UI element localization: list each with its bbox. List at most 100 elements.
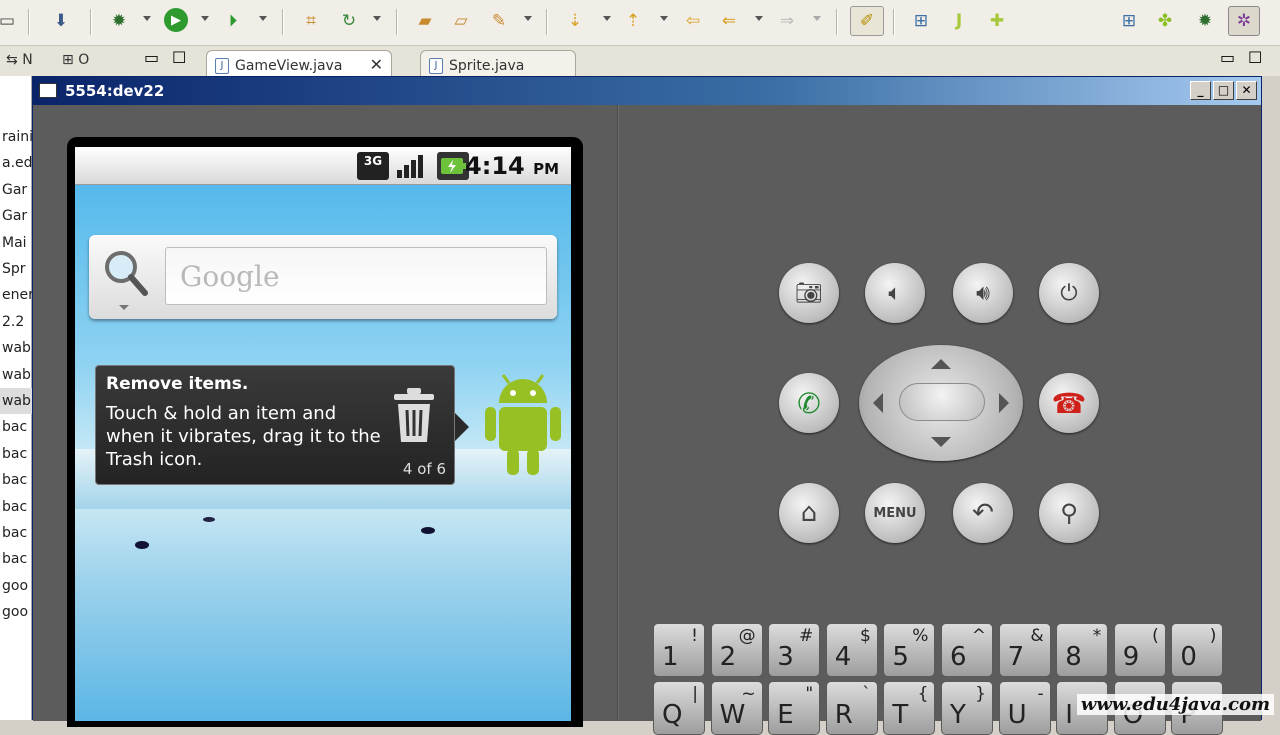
package-explorer-row[interactable]: goo	[0, 573, 32, 599]
keyboard-key[interactable]: 3 #	[768, 623, 821, 677]
run-icon[interactable]: ▶	[164, 8, 188, 32]
keyboard-key[interactable]: 5%	[883, 623, 936, 677]
open-type-icon[interactable]: ▰	[412, 8, 438, 34]
dpad-right-icon[interactable]	[999, 393, 1009, 413]
maximize-button[interactable]: □	[1213, 81, 1234, 100]
package-explorer-row[interactable]: wab	[0, 335, 32, 361]
android-perspective-icon[interactable]: ✤	[1152, 8, 1178, 34]
package-explorer-row[interactable]: Gar	[0, 203, 32, 229]
search-icon[interactable]	[103, 249, 148, 310]
package-explorer-row[interactable]: raini	[0, 124, 32, 150]
google-search-widget[interactable]: Google	[89, 235, 557, 319]
dpad-down-icon[interactable]	[931, 437, 951, 447]
new-package-icon[interactable]: ⌗	[298, 8, 324, 34]
back-icon[interactable]: ⇐	[716, 8, 742, 34]
keyboard-key[interactable]: 2 @	[710, 623, 763, 677]
keyboard-key[interactable]: Q |	[653, 681, 705, 735]
keyboard-key[interactable]: R `	[825, 681, 878, 735]
debug-icon[interactable]: ✹	[106, 8, 132, 34]
last-edit-icon[interactable]: ⇦	[680, 8, 706, 34]
keyboard-key[interactable]: U-	[998, 681, 1051, 735]
power-button[interactable]: ⏻	[1039, 263, 1099, 323]
dpad-left-icon[interactable]	[873, 393, 883, 413]
tab-navigator[interactable]: ⇆ N	[6, 52, 33, 68]
package-explorer-row[interactable]: goo	[0, 599, 32, 625]
call-button[interactable]: ✆	[779, 373, 839, 433]
android-robot-icon[interactable]	[481, 373, 565, 479]
keyboard-key[interactable]: 4 $	[825, 623, 878, 677]
maximize-view-icon[interactable]: ☐	[172, 48, 186, 67]
new-class-icon[interactable]: ↻	[336, 8, 362, 34]
keyboard-key[interactable]: T{	[883, 681, 936, 735]
package-explorer-row[interactable]: bac	[0, 494, 32, 520]
forward-dropdown-icon[interactable]	[813, 16, 821, 21]
next-annotation-dropdown-icon[interactable]	[603, 16, 611, 21]
android-sdk-manager-icon[interactable]: ⊞	[908, 8, 934, 34]
save-icon[interactable]: ▭	[0, 8, 20, 34]
forward-icon[interactable]: ⇒	[774, 8, 800, 34]
previous-annotation-icon[interactable]: ⇡	[620, 8, 646, 34]
keyboard-key[interactable]: 0)	[1171, 623, 1224, 677]
search-button[interactable]: ⚲	[1039, 483, 1099, 543]
package-explorer-row[interactable]: bac	[0, 441, 32, 467]
keyboard-key[interactable]: 6 ^	[941, 623, 993, 677]
keyboard-key[interactable]: 7 &	[998, 623, 1051, 677]
keyboard-key[interactable]: 8 *	[1056, 623, 1109, 677]
tab-sprite-java[interactable]: J Sprite.java	[420, 50, 576, 78]
end-call-button[interactable]: ☎	[1039, 373, 1099, 433]
keyboard-key[interactable]: 1!	[653, 623, 705, 677]
pin-editor-icon[interactable]: ✐	[850, 6, 884, 36]
minimize-view-icon[interactable]: ▭	[144, 48, 159, 67]
tab-outline[interactable]: ⊞ O	[62, 52, 89, 68]
open-folder-icon[interactable]: ▱	[448, 8, 474, 34]
package-explorer-row[interactable]: bac	[0, 414, 32, 440]
tab-gameview-java[interactable]: J GameView.java ✕	[206, 50, 392, 78]
dpad-up-icon[interactable]	[931, 359, 951, 369]
open-perspective-icon[interactable]: ⊞	[1116, 8, 1142, 34]
maximize-editor-icon[interactable]: ☐	[1248, 48, 1262, 67]
back-button[interactable]: ↶	[953, 483, 1013, 543]
ddms-perspective-icon[interactable]: ✲	[1228, 6, 1260, 36]
close-button[interactable]: ✕	[1236, 81, 1257, 100]
package-explorer-row[interactable]: a.ed	[0, 150, 32, 176]
package-explorer-row[interactable]: 2.2	[0, 309, 32, 335]
debug-dropdown-icon[interactable]	[143, 16, 151, 21]
android-junit-icon[interactable]: J	[946, 8, 972, 34]
run-external-dropdown-icon[interactable]	[259, 16, 267, 21]
package-explorer-row[interactable]: Spr	[0, 256, 32, 282]
new-class-dropdown-icon[interactable]	[373, 16, 381, 21]
package-explorer-row[interactable]: wab	[0, 388, 32, 414]
minimize-editor-icon[interactable]: ▭	[1220, 48, 1235, 67]
previous-annotation-dropdown-icon[interactable]	[660, 16, 668, 21]
close-tab-icon[interactable]: ✕	[370, 55, 383, 74]
home-button[interactable]: ⌂	[779, 483, 839, 543]
run-dropdown-icon[interactable]	[201, 16, 209, 21]
search-tool-icon[interactable]: ✎	[486, 8, 512, 34]
package-explorer-row[interactable]: bac	[0, 520, 32, 546]
search-tool-dropdown-icon[interactable]	[524, 16, 532, 21]
keyboard-key[interactable]: W ~	[710, 681, 763, 735]
camera-button[interactable]: 📷︎	[779, 263, 839, 323]
keyboard-key[interactable]: E "	[768, 681, 821, 735]
android-xml-icon[interactable]: ✚	[984, 8, 1010, 34]
debug-perspective-icon[interactable]: ✹	[1192, 8, 1218, 34]
emulator-title-bar[interactable]: 5554:dev22 _ □ ✕	[33, 77, 1261, 105]
run-external-icon[interactable]: ⏵	[220, 8, 246, 34]
package-explorer-row[interactable]: ener	[0, 282, 32, 308]
phone-screen[interactable]: 3G 4:14 PM Google Remove items. Touch & …	[75, 147, 571, 721]
keyboard-key[interactable]: Y}	[941, 681, 993, 735]
keyboard-key[interactable]: 9(	[1113, 623, 1166, 677]
package-explorer-row[interactable]: bac	[0, 467, 32, 493]
next-annotation-icon[interactable]: ⇣	[562, 8, 588, 34]
dpad[interactable]	[859, 345, 1023, 461]
dpad-center-button[interactable]	[899, 383, 985, 421]
package-explorer-row[interactable]: wab	[0, 362, 32, 388]
package-explorer-row[interactable]: bac	[0, 546, 32, 572]
search-input[interactable]: Google	[165, 247, 547, 305]
package-explorer-row[interactable]: Gar	[0, 177, 32, 203]
menu-button[interactable]: MENU	[865, 483, 925, 543]
back-dropdown-icon[interactable]	[755, 16, 763, 21]
download-icon[interactable]: ⬇	[48, 8, 74, 34]
package-explorer-row[interactable]: Mai	[0, 230, 32, 256]
volume-down-button[interactable]: 🔈︎	[865, 263, 925, 323]
